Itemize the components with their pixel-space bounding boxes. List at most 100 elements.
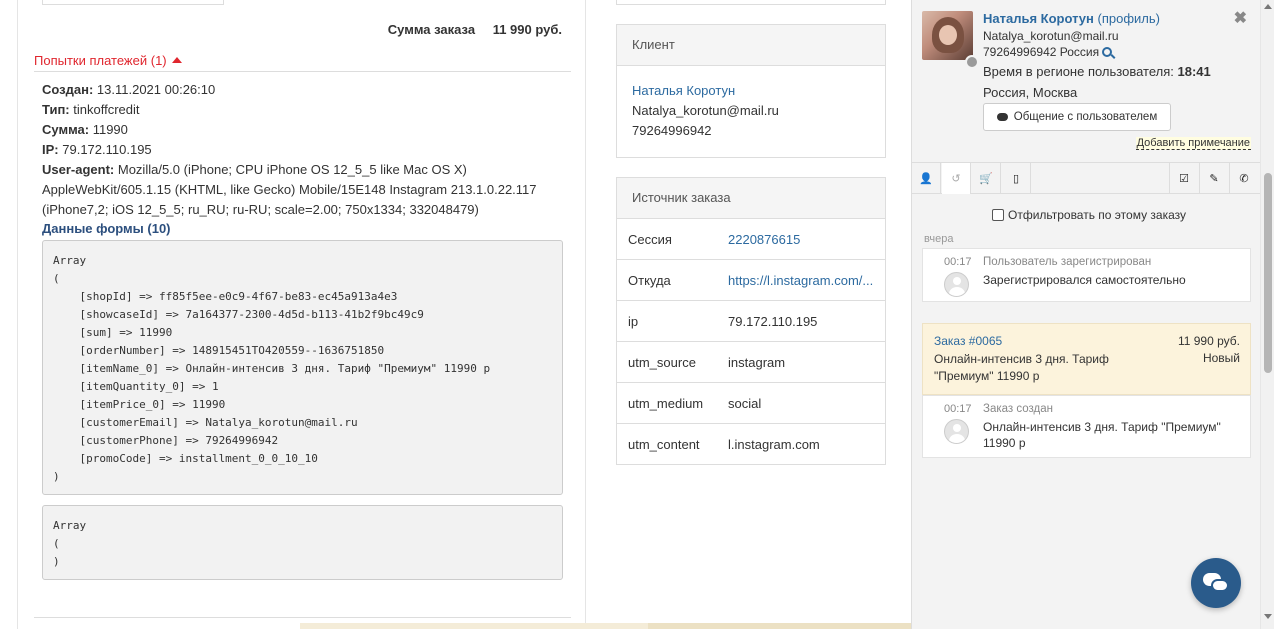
event-title: Заказ создан — [983, 403, 1053, 415]
ip-label: IP: — [42, 142, 59, 157]
divider — [34, 71, 571, 72]
order-source-title: Источник заказа — [617, 178, 885, 219]
filter-checkbox[interactable] — [992, 209, 1004, 221]
user-avatar-icon — [944, 272, 969, 297]
source-value: l.instagram.com — [728, 437, 820, 452]
payment-attempts-toggle[interactable]: Попытки платежей (1) — [34, 53, 182, 68]
scroll-thumb[interactable] — [1264, 173, 1272, 373]
comments-icon — [996, 113, 1008, 121]
user-country: Россия — [1059, 45, 1100, 59]
payment-attempts-label: Попытки платежей (1) — [34, 53, 167, 68]
source-key: utm_source — [628, 354, 696, 370]
date-separator: вчера — [924, 233, 954, 245]
client-name-link[interactable]: Наталья Коротун — [632, 83, 735, 98]
search-icon[interactable] — [1102, 47, 1113, 57]
scroll-down-icon[interactable] — [1264, 614, 1272, 619]
user-name-link[interactable]: Наталья Коротун — [983, 11, 1094, 26]
divider — [34, 617, 571, 618]
client-phone: 79264996942 — [632, 123, 712, 138]
user-agent-label: User-agent: — [42, 162, 115, 177]
source-row-session: Сессия 2220876615 — [617, 219, 885, 260]
order-description: Онлайн-интенсив 3 дня. Тариф "Премиум" 1… — [934, 352, 1109, 383]
user-icon: 👤 — [919, 173, 933, 185]
payment-attempt-details: Создан: 13.11.2021 00:26:10 Тип: tinkoff… — [42, 80, 562, 220]
client-panel: Клиент Наталья Коротун Natalya_korotun@m… — [616, 24, 886, 158]
client-panel-title: Клиент — [617, 25, 885, 66]
source-key: ip — [628, 313, 639, 329]
event-order-created: 00:17 Заказ создан Онлайн-интенсив 3 дня… — [922, 395, 1251, 458]
tab-tasks[interactable]: ☑ — [1169, 163, 1198, 194]
source-row-utm-content: utm_content l.instagram.com — [617, 424, 885, 465]
order-total-label: Сумма заказа — [387, 22, 476, 37]
chat-with-user-button[interactable]: Общение с пользователем — [983, 103, 1171, 131]
sidebar-tabs: 👤 ↺ 🛒 ▯ ☑ ✎ ✆ — [912, 162, 1261, 194]
order-link[interactable]: Заказ #0065 — [934, 334, 1002, 348]
event-time: 00:17 — [944, 256, 972, 268]
filter-by-order[interactable]: Отфильтровать по этому заказу — [992, 208, 1186, 222]
user-avatar-icon — [944, 419, 969, 444]
close-icon[interactable]: ✖ — [1234, 8, 1247, 28]
event-text: Зарегистрировался самостоятельно — [983, 273, 1186, 287]
profile-link[interactable]: (профиль) — [1098, 11, 1160, 26]
pencil-icon: ✎ — [1209, 173, 1219, 185]
referrer-link[interactable]: https://l.instagram.com/... — [728, 273, 873, 288]
event-title: Пользователь зарегистрирован — [983, 256, 1152, 268]
source-value: instagram — [728, 354, 786, 370]
previous-box-edge — [42, 0, 224, 5]
order-status: Новый — [1202, 351, 1240, 365]
order-total-value: 11 990 руб. — [492, 22, 562, 37]
region-time-line: Время в регионе пользователя: 18:41 — [983, 64, 1211, 79]
user-email: Natalya_korotun@mail.ru — [983, 29, 1119, 43]
tab-device[interactable]: ▯ — [1002, 163, 1031, 194]
order-sum: 11 990 руб. — [1177, 334, 1240, 348]
chat-button-label: Общение с пользователем — [1013, 111, 1158, 123]
region-time: 18:41 — [1177, 64, 1211, 79]
chat-icon — [1211, 579, 1229, 592]
previous-panel-edge — [616, 0, 886, 5]
tab-profile[interactable]: 👤 — [912, 163, 941, 194]
checkbox-icon: ☑ — [1179, 173, 1189, 185]
source-key: utm_medium — [628, 395, 704, 411]
source-value: 79.172.110.195 — [728, 313, 818, 329]
chat-fab-button[interactable] — [1191, 558, 1241, 608]
sum-value: 11990 — [92, 122, 128, 137]
tab-history[interactable]: ↺ — [942, 163, 971, 194]
tab-call[interactable]: ✆ — [1229, 163, 1258, 194]
source-key: utm_content — [628, 437, 700, 452]
offline-status-icon — [965, 55, 979, 69]
order-source-panel: Источник заказа Сессия 2220876615 Откуда… — [616, 177, 886, 465]
scroll-up-icon[interactable] — [1264, 4, 1272, 9]
client-email: Natalya_korotun@mail.ru — [632, 103, 779, 118]
form-data-link[interactable]: Данные формы (10) — [42, 221, 171, 236]
source-value: social — [728, 395, 762, 411]
created-label: Создан: — [42, 82, 94, 97]
scrollbar[interactable] — [1260, 0, 1274, 629]
source-row-ip: ip 79.172.110.195 — [617, 301, 885, 342]
history-icon: ↺ — [951, 173, 961, 185]
payment-section: Сумма заказа 11 990 руб. Попытки платеже… — [17, 0, 586, 629]
source-key: Сессия — [628, 231, 672, 247]
form-data-dump: Array ( [shopId] => ff85f5ee-e0c9-4f67-b… — [42, 240, 563, 495]
user-phone-line: 79264996942 Россия — [983, 45, 1113, 59]
user-sidebar: ✖ Наталья Коротун (профиль) Natalya_koro… — [911, 0, 1261, 629]
filter-label: Отфильтровать по этому заказу — [1008, 208, 1187, 222]
bottom-strip — [648, 623, 911, 629]
event-time: 00:17 — [944, 403, 972, 415]
order-card: Заказ #0065 11 990 руб. Онлайн-интенсив … — [922, 323, 1251, 395]
cart-icon: 🛒 — [979, 173, 993, 185]
tab-cart[interactable]: 🛒 — [972, 163, 1001, 194]
user-name-line: Наталья Коротун (профиль) — [983, 11, 1160, 26]
tab-edit[interactable]: ✎ — [1199, 163, 1228, 194]
order-total: Сумма заказа 11 990 руб. — [388, 22, 562, 37]
user-phone: 79264996942 — [983, 45, 1057, 59]
event-user-registered: 00:17 Пользователь зарегистрирован Зарег… — [922, 248, 1251, 302]
region-time-label: Время в регионе пользователя: — [983, 64, 1174, 79]
source-row-referrer: Откуда https://l.instagram.com/... — [617, 260, 885, 301]
type-label: Тип: — [42, 102, 70, 117]
tablet-icon: ▯ — [1012, 173, 1020, 185]
avatar[interactable] — [922, 11, 973, 60]
ip-value: 79.172.110.195 — [62, 142, 152, 157]
session-link[interactable]: 2220876615 — [728, 232, 800, 247]
empty-array-dump: Array ( ) — [42, 505, 563, 580]
add-note-link[interactable]: Добавить примечание — [1135, 137, 1251, 150]
